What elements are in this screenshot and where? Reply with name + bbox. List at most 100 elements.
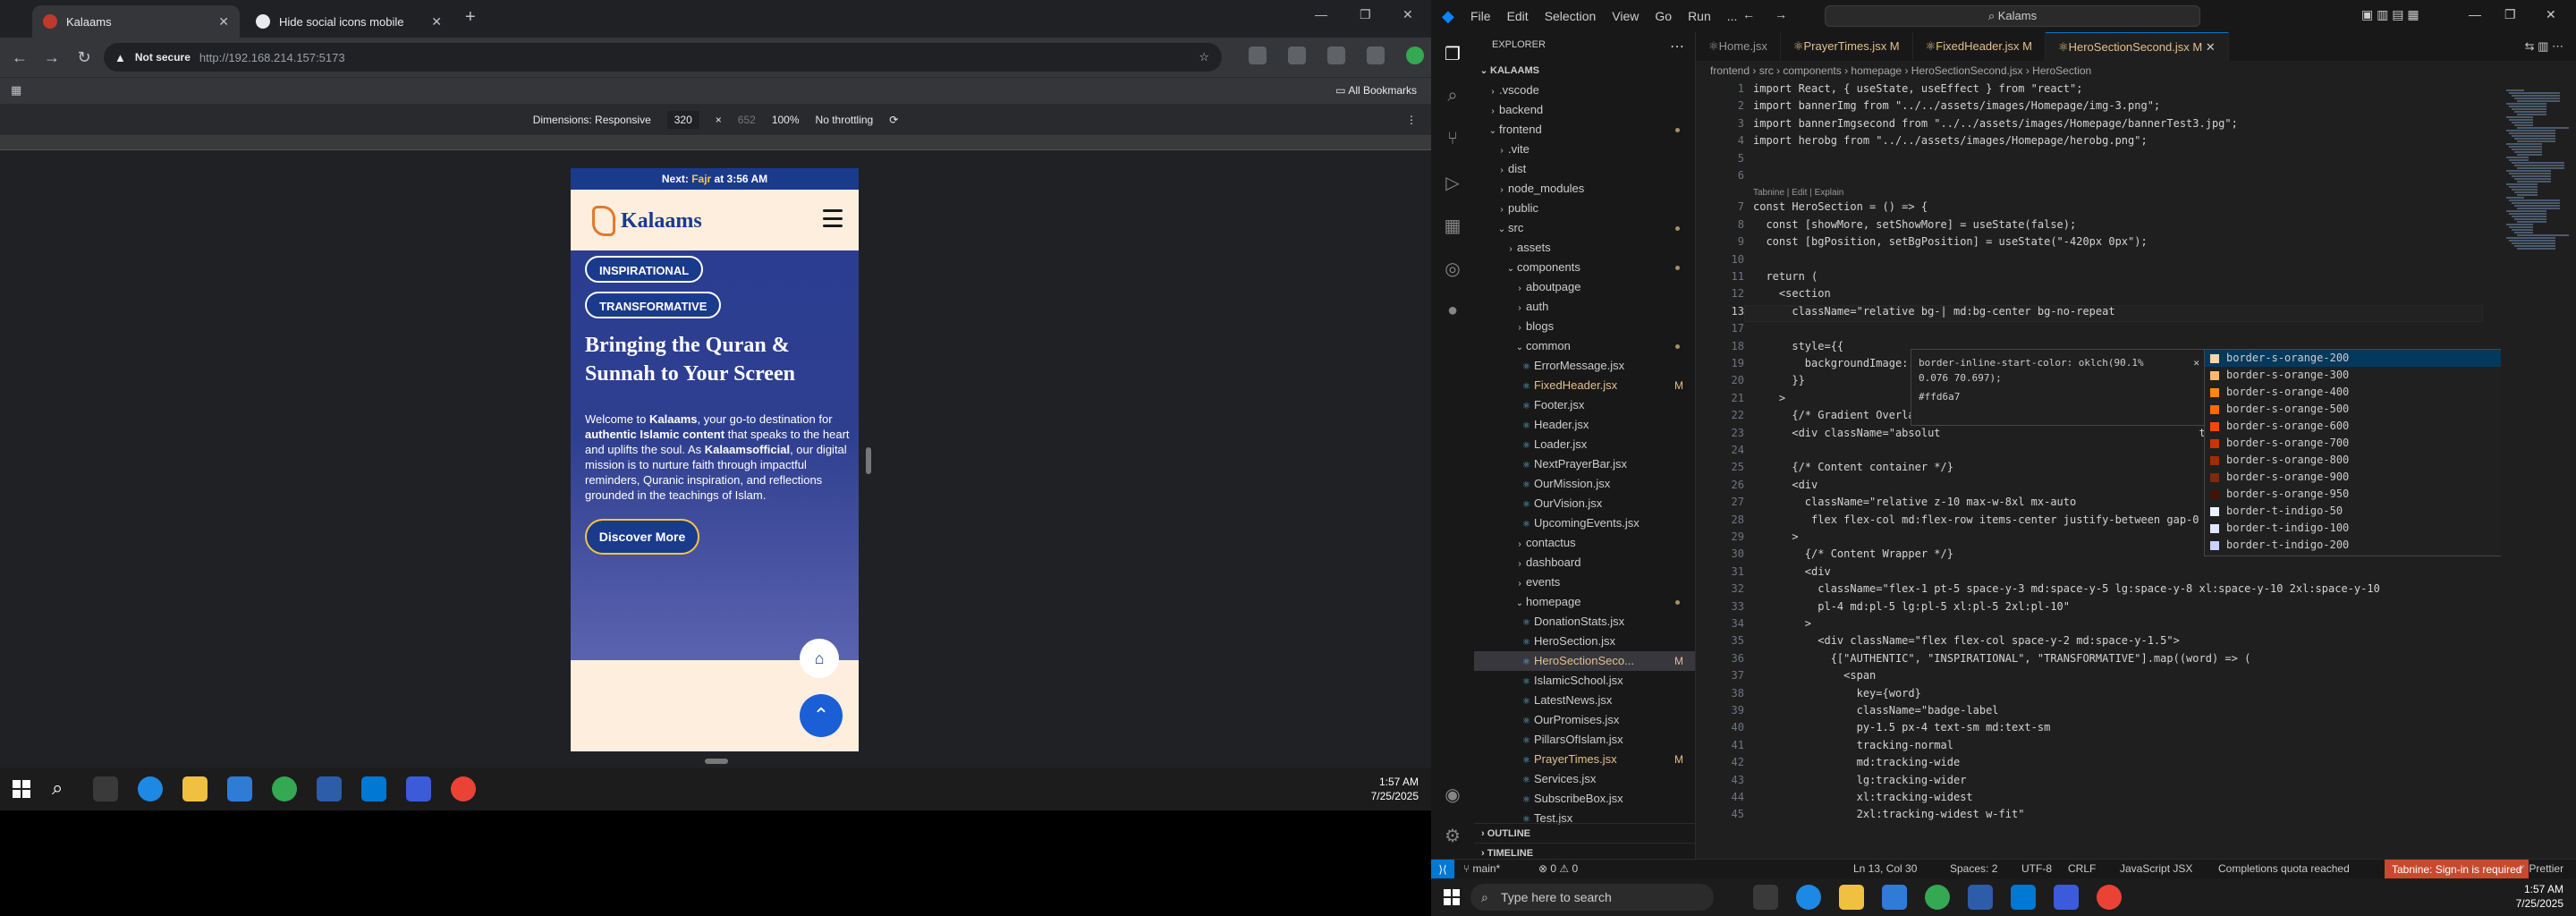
tab-fixedheader[interactable]: ⚛FixedHeader.jsx M [1913,32,2046,61]
store-icon[interactable] [1882,885,1907,910]
branch-status[interactable]: ⑂ main* [1463,862,1500,875]
file-item[interactable]: ⚛ PillarsOfIslam.jsx [1474,730,1695,750]
file-item[interactable]: ⚛ Services.jsx [1474,769,1695,789]
file-item[interactable]: ⚛ OurVision.jsx [1474,494,1695,513]
extension-icon[interactable] [1288,47,1306,64]
close-tooltip-icon[interactable]: ✕ [2193,355,2199,370]
menu-file[interactable]: File [1470,9,1491,23]
outline-panel[interactable]: › OUTLINE [1474,823,1695,843]
folder-item[interactable]: ⌄ src [1474,218,1695,238]
code-line[interactable]: {["AUTHENTIC", "INSPIRATIONAL", "TRANSFO… [1753,652,2251,665]
menu-go[interactable]: Go [1655,9,1672,23]
file-item[interactable]: ⚛ DonationStats.jsx [1474,612,1695,632]
layout-icons[interactable]: ▣ ▥ ▤ ▦ [2361,7,2419,22]
code-line[interactable]: 2xl:tracking-widest w-fit" [1753,808,2025,820]
code-line[interactable]: const [bgPosition, setBgPosition] = useS… [1753,235,2147,248]
search-icon[interactable]: ⌕ [52,776,77,802]
folder-item[interactable]: › assets [1474,238,1695,258]
file-item[interactable]: ⚛ LatestNews.jsx [1474,691,1695,710]
explorer-icon[interactable]: ❐ [1442,43,1463,64]
maximize-icon[interactable]: ❐ [2504,7,2516,22]
url-text[interactable]: http://192.168.214.157:5173 [199,51,345,64]
code-line[interactable]: className="relative z-10 max-w-8xl mx-au… [1753,496,2076,508]
resize-handle-bottom[interactable] [705,759,728,764]
taskbar-search[interactable]: ⌕ Type here to search [1470,884,1714,911]
search-icon[interactable]: ⌕ [1442,86,1463,107]
code-line[interactable]: {/* Content Wrapper */} [1753,547,1953,560]
close-window-icon[interactable]: ✕ [1402,7,1413,22]
clock[interactable]: 1:57 AM 7/25/2025 [2516,882,2563,911]
chrome-icon[interactable] [451,776,476,802]
file-explorer-icon[interactable] [182,776,208,802]
close-tab-icon[interactable]: ✕ [2206,40,2216,54]
breadcrumb[interactable]: frontend › src › components › homepage ›… [1696,61,2576,81]
tab-herosectionsecond[interactable]: ⚛HeroSectionSecond.jsx M ✕ [2045,32,2229,61]
nav-forward-icon[interactable]: → [1775,7,1787,21]
zoom-icon[interactable] [2054,885,2079,910]
source-control-icon[interactable]: ⑂ [1442,129,1463,150]
editor-actions[interactable]: ⇆ ▥ ⋯ [2525,32,2576,61]
file-item[interactable]: ⚛ Header.jsx [1474,415,1695,435]
forward-icon[interactable]: → [36,48,68,67]
start-icon[interactable] [13,780,30,798]
file-item[interactable]: ⚛ IslamicSchool.jsx [1474,671,1695,691]
zoom-select[interactable]: 100% [772,114,800,126]
code-line[interactable]: }} [1753,374,1804,386]
file-item[interactable]: ⚛ OurPromises.jsx [1474,710,1695,730]
close-tab-icon[interactable]: ✕ [431,14,442,30]
folder-item[interactable]: › contactus [1474,533,1695,553]
prettier-status[interactable]: ✓ Prettier [2517,862,2563,875]
store-icon[interactable] [227,776,252,802]
more-actions-icon[interactable]: ⋯ [1670,38,1684,55]
indent-status[interactable]: Spaces: 2 [1950,862,1997,875]
file-item[interactable]: ⚛ SubscribeBox.jsx [1474,789,1695,809]
start-icon[interactable] [1444,889,1460,905]
account-icon[interactable]: ◉ [1442,784,1463,805]
folder-item[interactable]: › dist [1474,159,1695,179]
code-line[interactable]: key={word} [1753,687,1921,700]
code-line[interactable]: py-1.5 px-4 text-sm md:text-sm [1753,721,2051,734]
file-item[interactable]: ⚛ Footer.jsx [1474,395,1695,415]
tab-home[interactable]: ⚛Home.jsx [1696,32,1781,61]
code-line[interactable]: import herobg from "../../assets/images/… [1753,134,2148,147]
file-item[interactable]: ⚛ PrayerTimes.jsx M [1474,750,1695,769]
edge-icon[interactable] [1796,885,1821,910]
code-line[interactable]: xl:tracking-widest [1753,791,1973,803]
codelens[interactable]: Tabnine | Edit | Explain [1753,188,1843,198]
scroll-top-icon[interactable]: ⌃ [800,694,843,737]
code-line[interactable]: className="flex-1 pt-5 space-y-3 md:spac… [1753,582,2380,595]
file-item[interactable]: ⚛ HeroSectionSeco... M [1474,651,1695,671]
code-line[interactable]: <section [1753,287,1831,300]
code-line[interactable]: import React, { useState, useEffect } fr… [1753,82,2082,95]
dimensions-select[interactable]: Dimensions: Responsive [533,114,651,126]
folder-item[interactable]: ⌄ components [1474,258,1695,277]
discover-more-button[interactable]: Discover More [585,519,699,555]
menu-selection[interactable]: Selection [1545,9,1597,23]
code-line[interactable]: > [1753,392,1785,404]
bookmark-star-icon[interactable]: ☆ [1199,50,1209,64]
menu-edit[interactable]: Edit [1507,9,1529,23]
task-view-icon[interactable] [1753,885,1778,910]
code-line[interactable]: const [showMore, setShowMore] = useState… [1753,218,2076,231]
not-secure-label[interactable]: Not secure [135,51,191,64]
file-item[interactable]: ⚛ Loader.jsx [1474,435,1695,454]
file-item[interactable]: ⚛ HeroSection.jsx [1474,632,1695,651]
folder-item[interactable]: › events [1474,572,1695,592]
code-line[interactable]: import bannerImg from "../../assets/imag… [1753,99,2160,112]
folder-item[interactable]: › backend [1474,100,1695,120]
resize-handle-right[interactable] [866,447,871,474]
app-icon[interactable] [1968,885,1993,910]
site-logo[interactable]: Kalaams [592,206,702,236]
folder-item[interactable]: › node_modules [1474,179,1695,199]
file-item[interactable]: ⚛ ErrorMessage.jsx [1474,356,1695,376]
nav-back-icon[interactable]: ← [1742,7,1755,21]
code-line[interactable]: <div [1753,565,1831,578]
remote-icon[interactable]: ◎ [1442,258,1463,279]
minimize-icon[interactable]: — [1315,7,1327,21]
code-line[interactable]: flex flex-col md:flex-row items-center j… [1753,513,2276,526]
task-view-icon[interactable] [93,776,118,802]
zoom-icon[interactable] [406,776,431,802]
chrome-icon[interactable] [1925,885,1950,910]
code-line[interactable]: md:tracking-wide [1753,756,1961,768]
maximize-icon[interactable]: ❐ [1360,7,1371,22]
